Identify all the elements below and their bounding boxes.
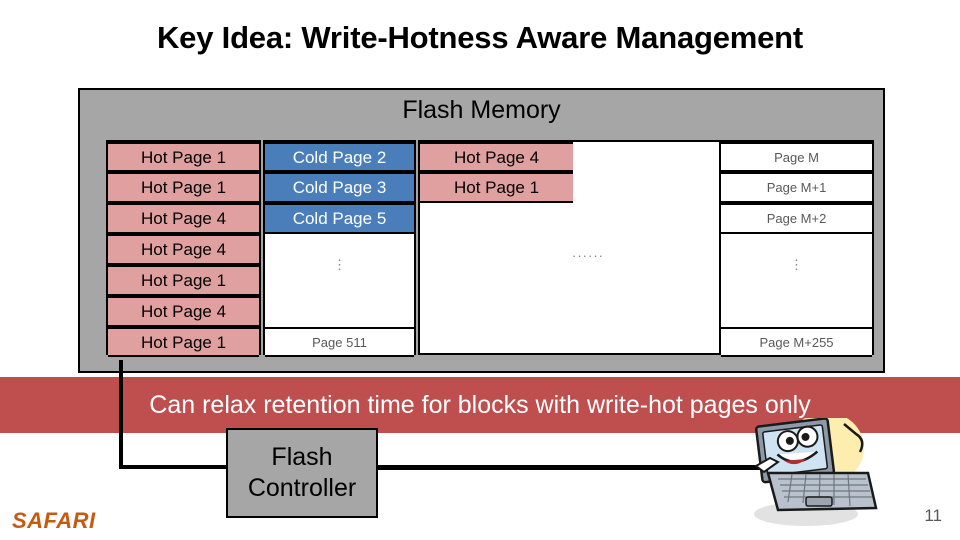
page-cell: Hot Page 4 bbox=[108, 296, 259, 327]
page-cell: Hot Page 1 bbox=[108, 327, 259, 357]
connector-line-vertical bbox=[119, 360, 123, 469]
page-cell: Hot Page 1 bbox=[420, 172, 573, 203]
connector-line-right bbox=[374, 465, 779, 470]
page-cell: Page M+255 bbox=[721, 327, 872, 357]
safari-logo: SAFARI bbox=[12, 508, 96, 533]
page-cell: Page 511 bbox=[265, 327, 414, 357]
connector-line-left bbox=[119, 465, 231, 469]
horizontal-ellipsis-icon: ······ bbox=[572, 248, 604, 263]
page-cell: Page M+2 bbox=[721, 203, 872, 234]
page-title: Key Idea: Write-Hotness Aware Management bbox=[156, 20, 804, 55]
flash-memory-label: Flash Memory bbox=[402, 96, 561, 124]
controller-label-line1: Flash bbox=[271, 442, 333, 471]
page-cell: Hot Page 4 bbox=[108, 203, 259, 234]
vertical-ellipsis-icon: ⋮ bbox=[333, 257, 346, 272]
flash-memory-panel: Flash Memory Hot Page 1 Hot Page 1 Hot P… bbox=[78, 88, 885, 373]
page-cell: Page M bbox=[721, 142, 872, 172]
page-cell: Hot Page 1 bbox=[108, 265, 259, 296]
page-cell: Page M+1 bbox=[721, 172, 872, 203]
flash-block-hot: Hot Page 1 Hot Page 1 Hot Page 4 Hot Pag… bbox=[106, 140, 261, 357]
controller-label-line2: Controller bbox=[247, 474, 357, 502]
page-cell: Hot Page 1 bbox=[108, 142, 259, 172]
page-cell: Hot Page 4 bbox=[108, 234, 259, 265]
flash-block-mixed: Hot Page 4 Hot Page 1 ······ bbox=[418, 140, 728, 355]
slide-number: 11 bbox=[924, 506, 942, 525]
callout-text: Can relax retention time for blocks with… bbox=[149, 390, 811, 419]
page-cell: Cold Page 3 bbox=[265, 172, 414, 203]
page-cell: Hot Page 4 bbox=[420, 142, 573, 172]
page-cell: Cold Page 2 bbox=[265, 142, 414, 172]
flash-block-cold: Cold Page 2 Cold Page 3 Cold Page 5 ⋮ Pa… bbox=[263, 140, 416, 357]
page-cell: Cold Page 5 bbox=[265, 203, 414, 234]
page-cell: Hot Page 1 bbox=[108, 172, 259, 203]
flash-controller-box: Flash Controller bbox=[226, 428, 378, 518]
laptop-clipart-icon bbox=[754, 418, 878, 526]
vertical-ellipsis-icon: ⋮ bbox=[790, 257, 803, 272]
flash-block-plain: Page M Page M+1 Page M+2 ⋮ Page M+255 bbox=[719, 140, 874, 357]
